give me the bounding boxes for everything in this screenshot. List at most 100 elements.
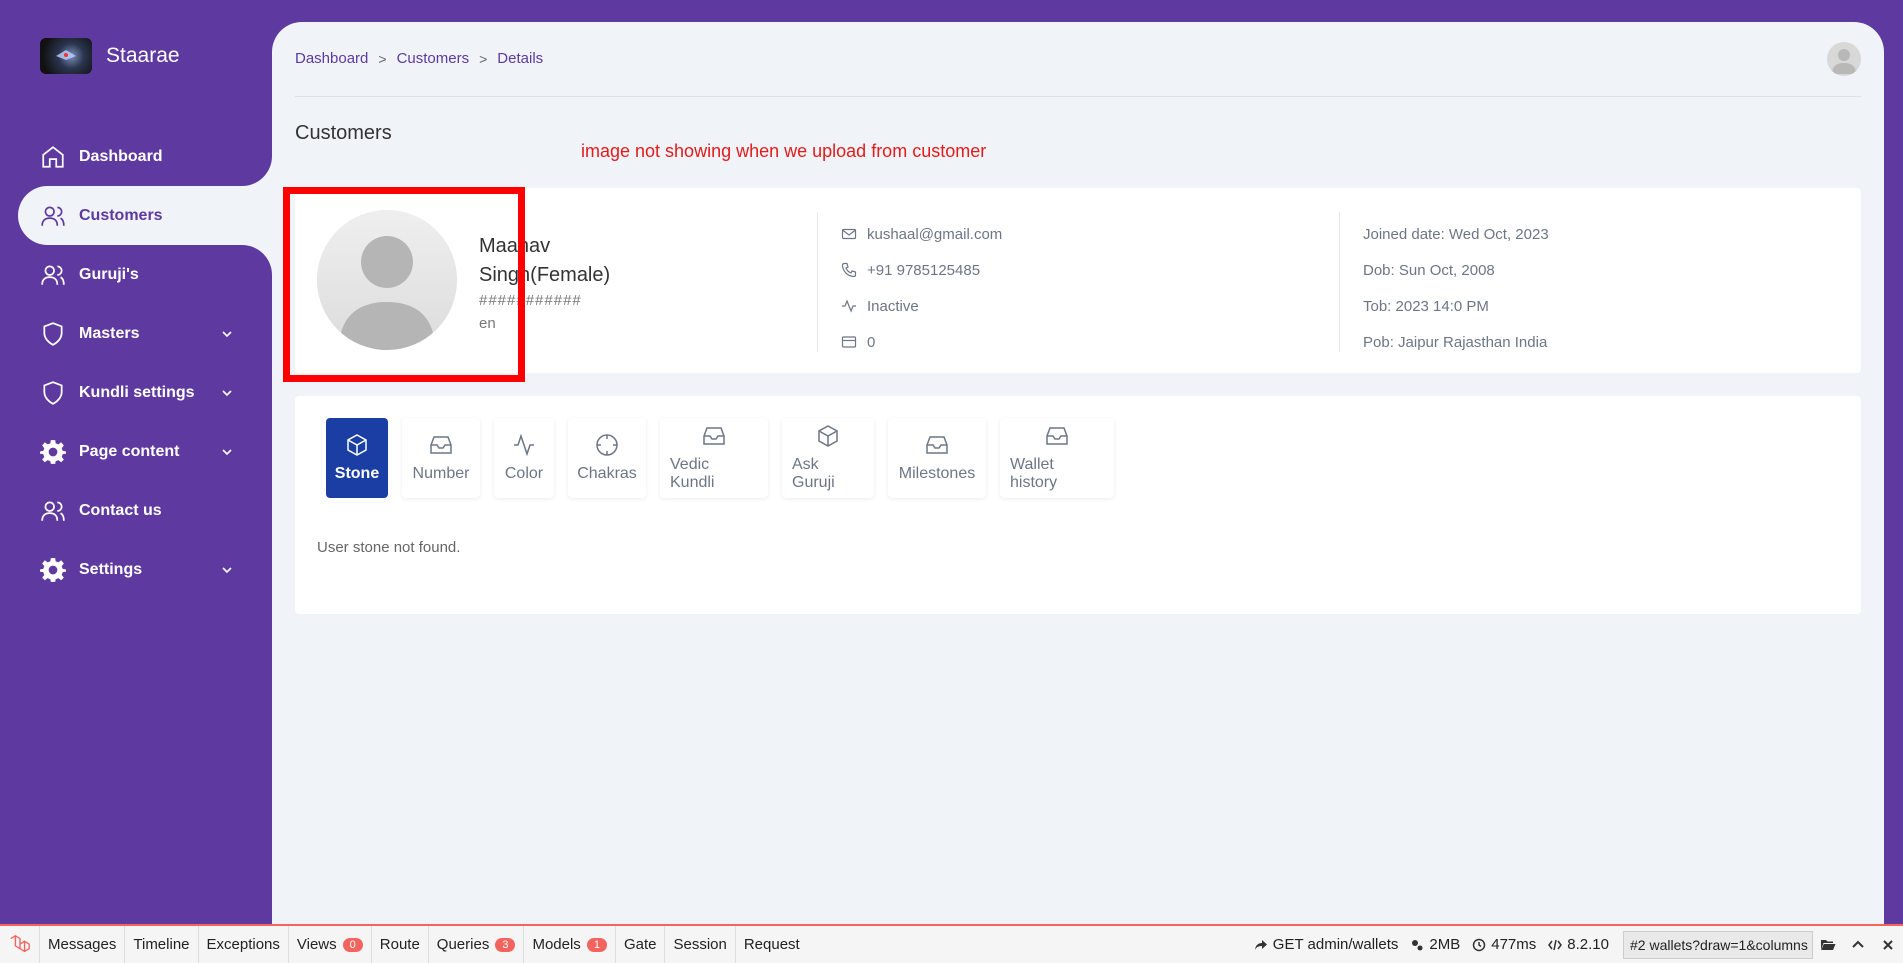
debug-tab-exceptions[interactable]: Exceptions [199,926,289,963]
sidebar-item-page-content[interactable]: Page content [0,422,272,481]
customer-email: kushaal@gmail.com [867,225,1003,243]
breadcrumb-separator: > [479,50,488,67]
sidebar-item-contact-us[interactable]: Contact us [0,481,272,540]
inbox-icon [430,436,452,454]
sidebar-item-label: Customers [79,206,163,224]
close-icon[interactable] [1873,937,1903,953]
sidebar-item-customers[interactable]: Customers [18,186,272,245]
tab-ask-guruji[interactable]: Ask Guruji [782,418,874,498]
shield-icon [40,380,66,406]
debug-tab-gate[interactable]: Gate [616,926,666,963]
box-icon [347,434,367,456]
chevron-down-icon [222,448,232,455]
credit-card-icon [841,336,857,348]
debug-memory-value: 2MB [1429,936,1461,953]
tab-label: Vedic Kundli [670,456,715,491]
status-row: Inactive [841,288,1002,324]
tab-color[interactable]: Color [494,418,554,498]
debug-bar: Messages Timeline Exceptions Views 0 Rout… [0,924,1903,963]
inbox-icon [1046,427,1068,445]
mail-icon [841,228,857,240]
sidebar-item-kundli-settings[interactable]: Kundli settings [0,363,272,422]
count-badge: 0 [342,937,363,952]
crosshair-icon [596,434,618,456]
sidebar-item-settings[interactable]: Settings [0,540,272,599]
breadcrumb-customers[interactable]: Customers [397,50,470,67]
phone-icon [841,262,857,278]
breadcrumb: Dashboard > Customers > Details [295,50,543,67]
debug-request-select-value: #2 wallets?draw=1&columns [1630,936,1808,953]
sidebar-item-masters[interactable]: Masters [0,304,272,363]
tab-label: Wallet history [1010,456,1058,491]
count-badge: 3 [495,937,516,952]
debug-tab-timeline[interactable]: Timeline [125,926,199,963]
debug-tab-session[interactable]: Session [665,926,736,963]
debug-tab-label: Views [296,936,337,953]
tab-stone[interactable]: Stone [326,418,388,498]
profile-card: Maanav Singh(Female) ########### en kush… [295,188,1861,373]
sidebar-item-label: Page content [79,442,180,460]
contact-info: kushaal@gmail.com +91 9785125485 Inactiv… [841,216,1002,360]
debug-tab-queries[interactable]: Queries 3 [429,926,525,963]
divider [817,212,818,352]
tab-number[interactable]: Number [402,418,480,498]
users-icon [40,203,66,229]
tab-vedic-kundli[interactable]: Vedic Kundli [660,418,768,498]
wallet-row: 0 [841,324,1002,360]
logo-bird-icon [56,50,76,60]
tab-chakras[interactable]: Chakras [568,418,646,498]
tab-milestones[interactable]: Milestones [888,418,986,498]
debug-tab-label: Route [379,936,420,953]
debug-tab-route[interactable]: Route [372,926,429,963]
tab-label: Ask Guruji [792,456,835,491]
cogs-icon [1412,939,1423,950]
tab-label: Color [504,465,544,482]
laravel-logo-icon[interactable] [0,926,40,963]
divider [1339,212,1340,352]
box-icon [818,425,838,447]
users-icon [40,498,66,524]
debug-stats: GET admin/wallets 2MB 477ms 8.2.10 #2 wa… [1248,926,1903,963]
breadcrumb-details[interactable]: Details [497,50,543,67]
brand[interactable]: Staarae [40,38,180,74]
share-icon [1254,939,1267,950]
empty-state-text: User stone not found. [317,539,461,556]
chevron-down-icon [222,389,232,396]
breadcrumb-dashboard[interactable]: Dashboard [295,50,368,67]
users-icon [40,262,66,288]
debug-tab-views[interactable]: Views 0 [289,926,372,963]
clock-icon [1473,938,1486,951]
customer-joined: Joined date: Wed Oct, 2023 [1363,225,1549,243]
sidebar-item-gurujis[interactable]: Guruji's [0,245,272,304]
debug-tab-request[interactable]: Request [736,926,808,963]
main-content: Dashboard > Customers > Details Customer… [272,22,1884,924]
user-avatar[interactable] [1827,42,1861,76]
debug-request-select[interactable]: #2 wallets?draw=1&columns [1623,930,1813,959]
email-row: kushaal@gmail.com [841,216,1002,252]
sidebar-item-dashboard[interactable]: Dashboard [0,127,272,186]
sidebar-item-label: Guruji's [79,265,139,283]
debug-tab-label: Exceptions [206,936,280,953]
activity-icon [514,433,534,457]
page-title: Customers [295,122,392,144]
tob-row: Tob: 2023 14:0 PM [1363,288,1549,324]
sidebar-item-label: Dashboard [79,147,163,165]
debug-tab-messages[interactable]: Messages [40,926,126,963]
sidebar-item-label: Masters [79,324,140,342]
debug-tab-label: Messages [48,936,117,953]
chevron-up-icon[interactable] [1843,937,1873,953]
debug-tab-label: Session [673,936,727,953]
pob-row: Pob: Jaipur Rajasthan India [1363,324,1549,360]
tab-wallet-history[interactable]: Wallet history [1000,418,1114,498]
dob-row: Dob: Sun Oct, 2008 [1363,252,1549,288]
debug-tab-label: Request [743,936,800,953]
debug-tab-models[interactable]: Models 1 [524,926,616,963]
customer-tob: Tob: 2023 14:0 PM [1363,297,1489,315]
tab-bar: Stone Number Color Chakras Vedic Kundli … [326,418,1128,498]
tabs-card: Stone Number Color Chakras Vedic Kundli … [295,396,1861,614]
debug-time: 477ms [1466,936,1542,953]
folder-open-icon[interactable] [1813,937,1843,953]
debug-tab-label: Gate [623,936,657,953]
inbox-icon [926,436,948,454]
customer-status: Inactive [867,297,919,315]
